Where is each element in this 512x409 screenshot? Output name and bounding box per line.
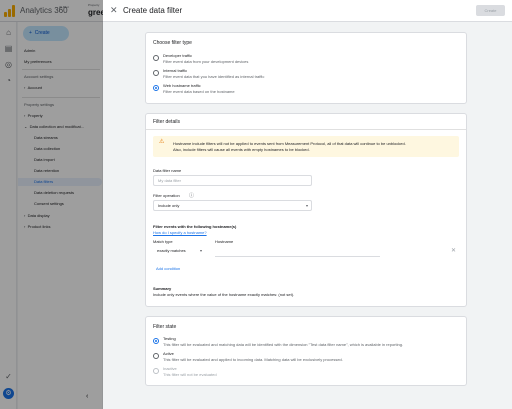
chevron-down-icon: ▾ [305, 203, 308, 208]
close-icon[interactable]: ✕ [110, 5, 118, 16]
option-description: Filter event data based on the hostname [163, 89, 235, 94]
create-data-filter-panel: ✕ Create data filter Create Choose filte… [103, 0, 512, 409]
option-label: Web hostname traffic [163, 83, 201, 88]
developer-traffic-radio[interactable] [153, 55, 159, 61]
web-hostname-traffic-radio[interactable] [153, 85, 159, 91]
hostname-warning-banner: ⚠ Hostname include filters will not be a… [153, 136, 459, 157]
active-state-radio[interactable] [153, 353, 159, 359]
add-condition-link[interactable]: Add condition [156, 266, 180, 271]
how-specify-hostname-link[interactable]: How do I specify a hostname? [153, 230, 207, 235]
help-icon[interactable]: ⓘ [189, 192, 194, 199]
panel-header: ✕ Create data filter Create [103, 0, 512, 22]
data-filter-name-label: Data filter name [153, 168, 182, 173]
panel-title: Create data filter [123, 6, 183, 15]
match-type-value: exactly matches [157, 248, 186, 253]
match-type-label: Match type [153, 239, 173, 244]
data-filter-name-input[interactable] [153, 175, 312, 186]
filter-operation-label: Filter operation [153, 193, 180, 198]
option-label: Active [163, 351, 174, 356]
option-label: Inactive [163, 366, 177, 371]
warning-text-line1: Hostname include filters will not be app… [173, 141, 406, 146]
filter-operation-select[interactable]: Include only ▾ [153, 200, 312, 211]
chevron-down-icon: ▾ [199, 248, 202, 253]
filter-operation-value: Include only [158, 203, 180, 208]
filter-details-card: Filter details ⚠ Hostname include filter… [145, 113, 467, 307]
remove-condition-icon[interactable]: ✕ [451, 247, 456, 254]
option-description: This filter will be evaluated and applie… [163, 357, 343, 362]
filter-state-heading: Filter state [153, 324, 177, 330]
hostname-label: Hostname [215, 239, 234, 244]
option-description: Filter event data from your development … [163, 59, 249, 64]
option-description: This filter will not be evaluated [163, 372, 217, 377]
filter-type-card: Choose filter type Developer traffic Fil… [145, 32, 467, 104]
warning-icon: ⚠ [159, 139, 165, 145]
filter-state-card: Filter state Testing This filter will be… [145, 316, 467, 386]
option-label: Developer traffic [163, 53, 193, 58]
hostnames-heading: Filter events with the following hostnam… [153, 224, 237, 229]
card-divider [146, 129, 466, 130]
match-type-select[interactable]: exactly matches ▾ [153, 246, 205, 257]
summary-label: Summary [153, 286, 172, 291]
option-label: Testing [163, 336, 176, 341]
internal-traffic-radio[interactable] [153, 70, 159, 76]
hostname-input[interactable] [215, 246, 380, 257]
option-description: This filter will be evaluated and matchi… [163, 342, 404, 347]
filter-type-heading: Choose filter type [153, 40, 192, 46]
warning-text-line2: Also, include filters will cause all eve… [173, 147, 310, 152]
testing-state-radio[interactable] [153, 338, 159, 344]
filter-details-heading: Filter details [153, 119, 180, 125]
option-label: Internal traffic [163, 68, 188, 73]
option-description: Filter event data that you have identifi… [163, 74, 265, 79]
inactive-state-radio[interactable] [153, 368, 159, 374]
create-filter-button[interactable]: Create [476, 5, 505, 16]
summary-text: Include only events where the value of t… [153, 292, 295, 297]
